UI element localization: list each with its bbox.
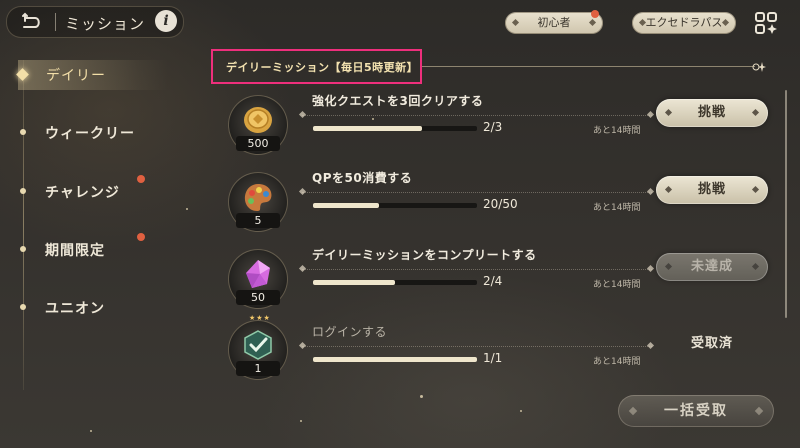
mission-title: QPを50消費する [312, 171, 413, 185]
info-icon[interactable]: i [155, 10, 177, 32]
rarity-stars-icon: ★★★ [249, 314, 271, 322]
row-divider [298, 341, 655, 350]
time-left: あと14時間 [593, 126, 641, 136]
sparkle [90, 430, 92, 432]
claimed-status: 受取済 [656, 330, 768, 358]
palette-icon [244, 184, 272, 211]
page-title: ミッション [65, 15, 146, 33]
claim-all-label: 一括受取 [664, 403, 728, 419]
mission-title: デイリーミッションをコンプリートする [312, 248, 537, 262]
progress-bar [313, 126, 477, 131]
active-marker-icon [16, 68, 29, 81]
diamond-icon [754, 406, 764, 416]
notification-dot [137, 233, 145, 241]
diamond-icon [588, 18, 597, 27]
sparkle [420, 395, 423, 398]
sparkle [186, 208, 188, 210]
diamond-icon [628, 406, 638, 416]
green-ticket-icon [244, 330, 272, 360]
diamond-icon [751, 185, 760, 194]
challenge-button[interactable]: 挑戦 [656, 176, 768, 204]
reward-quantity: 50 [236, 290, 280, 305]
time-left: あと14時間 [593, 357, 641, 367]
diamond-icon [751, 108, 760, 117]
reward-quantity: 500 [236, 136, 280, 151]
reward-slot[interactable]: 500 [228, 95, 288, 155]
sidebar-item-union[interactable]: ユニオン [18, 293, 168, 323]
diamond-icon [721, 18, 730, 27]
progress-bar [313, 203, 477, 208]
diamond-icon [664, 262, 673, 271]
bullet-icon [20, 188, 26, 194]
row-divider [298, 187, 655, 196]
sidebar-item-weekly[interactable]: ウィークリー [18, 118, 168, 148]
mission-row: ★★★ 1 ログインする 1/1 あと14時間 受取済 [226, 314, 786, 394]
time-left: あと14時間 [593, 203, 641, 213]
bullet-icon [20, 304, 26, 310]
sidebar-item-label: 期間限定 [45, 243, 105, 259]
sparkle [520, 410, 522, 412]
mission-row: 500 強化クエストを3回クリアする 2/3 あと14時間 挑戦 [226, 94, 786, 163]
sidebar-item-limited[interactable]: 期間限定 [18, 235, 168, 265]
button-label: 挑戦 [697, 182, 726, 197]
notification-dot [591, 10, 599, 18]
highlight-box [211, 49, 422, 84]
divider [55, 13, 56, 31]
diamond-icon [751, 262, 760, 271]
sidebar-item-challenge[interactable]: チャレンジ [18, 177, 168, 207]
progress-text: 2/3 [483, 120, 503, 134]
progress-text: 2/4 [483, 274, 503, 288]
button-label: 挑戦 [697, 105, 726, 120]
notification-dot [137, 175, 145, 183]
row-divider [298, 264, 655, 273]
sidebar-item-label: デイリー [46, 68, 106, 84]
progress-text: 1/1 [483, 351, 503, 365]
time-left: あと14時間 [593, 280, 641, 290]
sparkle [300, 420, 302, 422]
mission-row: 50 デイリーミッションをコンプリートする 2/4 あと14時間 未達成 [226, 248, 786, 317]
mission-row: 5 QPを50消費する 20/50 あと14時間 挑戦 [226, 171, 786, 240]
mission-title: ログインする [312, 325, 388, 339]
mission-title: 強化クエストを3回クリアする [312, 94, 484, 108]
scrollbar[interactable] [785, 90, 787, 318]
sidebar-track [23, 60, 24, 390]
beginner-label: 初心者 [537, 16, 571, 29]
gold-coin-icon [244, 107, 272, 133]
pink-crystal-icon [246, 260, 270, 288]
beginner-button[interactable]: 初心者 [505, 12, 603, 34]
sidebar-item-label: チャレンジ [45, 185, 120, 201]
reward-quantity: 1 [236, 361, 280, 376]
button-label: 未達成 [690, 259, 733, 274]
back-arrow-icon[interactable] [21, 12, 43, 32]
button-label: 受取済 [690, 336, 733, 351]
reward-slot[interactable]: 5 [228, 172, 288, 232]
bullet-icon [20, 129, 26, 135]
progress-text: 20/50 [483, 197, 518, 211]
diamond-icon [664, 185, 673, 194]
title-bar: ミッション i [6, 6, 184, 38]
diamond-icon [511, 18, 520, 27]
incomplete-button[interactable]: 未達成 [656, 253, 768, 281]
claim-all-button[interactable]: 一括受取 [618, 395, 774, 427]
exedra-pass-label: エクセドラパス [645, 16, 723, 29]
progress-bar [313, 280, 477, 285]
grid-menu-icon[interactable] [755, 12, 777, 34]
sidebar-item-label: ウィークリー [45, 126, 135, 142]
sidebar-item-daily[interactable]: デイリー [16, 60, 168, 90]
section-divider [420, 66, 755, 67]
reward-slot[interactable]: 50 [228, 249, 288, 309]
ornament-icon [752, 62, 766, 72]
challenge-button[interactable]: 挑戦 [656, 99, 768, 127]
sidebar-item-label: ユニオン [45, 301, 105, 317]
reward-quantity: 5 [236, 213, 280, 228]
bullet-icon [20, 246, 26, 252]
exedra-pass-button[interactable]: エクセドラパス [632, 12, 736, 34]
reward-slot[interactable]: ★★★ 1 [228, 314, 288, 380]
progress-bar [313, 357, 477, 362]
row-divider [298, 110, 655, 119]
diamond-icon [664, 108, 673, 117]
